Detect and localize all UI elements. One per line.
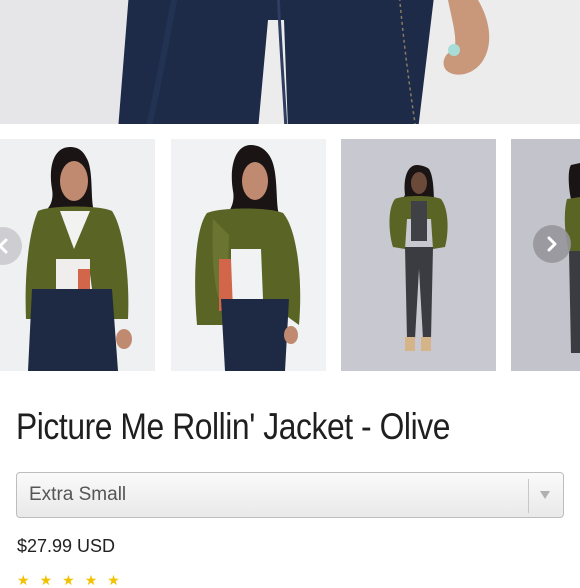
thumbnail-side-view[interactable]	[171, 139, 326, 371]
star-icon: ★	[62, 572, 75, 588]
thumbnail-full-body-view[interactable]	[341, 139, 496, 371]
size-select-value: Extra Small	[29, 484, 127, 505]
chevron-right-icon	[547, 236, 557, 252]
jeans-illustration	[118, 0, 434, 124]
select-divider	[528, 479, 529, 513]
thumbnail-carousel	[0, 139, 580, 371]
star-icon: ★	[84, 572, 98, 588]
star-icon: ★	[39, 572, 53, 588]
star-icon: ★	[107, 572, 120, 588]
size-select[interactable]: Extra Small	[16, 472, 564, 518]
chevron-left-icon	[0, 238, 8, 254]
rating-stars: ★ ★ ★ ★ ★	[17, 573, 120, 587]
star-icon: ★	[17, 572, 30, 588]
product-price: $27.99 USD	[17, 536, 116, 556]
thumbnail-front-view[interactable]	[0, 139, 155, 371]
product-hero-image	[0, 0, 580, 124]
hand-illustration	[443, 0, 490, 75]
chevron-down-icon	[540, 491, 550, 499]
carousel-next-button[interactable]	[533, 225, 571, 263]
product-title: Picture Me Rollin' Jacket - Olive	[16, 406, 450, 447]
